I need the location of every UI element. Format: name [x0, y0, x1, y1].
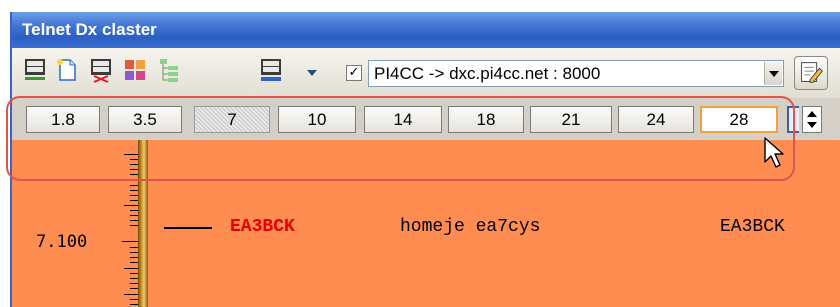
band-button-14[interactable]: 14	[364, 106, 442, 133]
ruler-tick	[130, 195, 138, 196]
server-select-value: PI4CC -> dxc.pi4cc.net : 8000	[374, 64, 601, 83]
ruler-tick	[130, 215, 138, 216]
ruler-tick	[130, 174, 138, 175]
ruler-tick	[130, 169, 138, 170]
spot-comment: homeje ea7cys	[400, 217, 541, 237]
frequency-ruler	[138, 140, 148, 307]
spot-callsign[interactable]: EA3BCK	[230, 217, 295, 237]
ruler-tick	[130, 273, 138, 274]
auto-connect-checkbox[interactable]: ✓	[346, 65, 362, 81]
band-button-24[interactable]: 24	[618, 106, 694, 133]
band-selector-bar: 1.8 3.5 7 10 14 18 21 24 28	[12, 98, 840, 140]
ruler-tick	[130, 225, 138, 226]
ruler-tick	[130, 262, 138, 263]
ruler-tick	[130, 288, 138, 289]
server-select-dropdown-button[interactable]	[764, 62, 782, 85]
frequency-label: 7.100	[36, 232, 88, 252]
band-spin-control[interactable]	[802, 106, 822, 133]
ruler-tick	[130, 283, 138, 284]
new-document-icon[interactable]	[54, 57, 80, 83]
ruler-tick	[124, 205, 138, 206]
window-title: Telnet Dx claster	[22, 20, 157, 39]
edit-server-button[interactable]	[794, 56, 828, 90]
ruler-tick	[130, 190, 138, 191]
telnet-settings-icon[interactable]	[258, 57, 284, 83]
ruler-tick	[130, 252, 138, 253]
telnet-dx-cluster-window: Telnet Dx claster ✓ PI4CC -> dxc.pi4cc.n…	[10, 12, 840, 307]
band-button-7[interactable]: 7	[194, 106, 270, 133]
window-titlebar[interactable]: Telnet Dx claster	[12, 12, 840, 48]
telnet-connect-icon[interactable]	[22, 57, 48, 83]
filter-icon[interactable]	[122, 57, 148, 83]
ruler-tick	[130, 159, 138, 160]
server-select[interactable]: PI4CC -> dxc.pi4cc.net : 8000	[368, 60, 784, 87]
ruler-tick	[124, 180, 138, 181]
spot-marker-line	[164, 227, 212, 229]
band-button-10[interactable]: 10	[278, 106, 356, 133]
ruler-tick	[130, 278, 138, 279]
band-button-18[interactable]: 18	[448, 106, 524, 133]
edit-notepad-icon	[801, 62, 823, 83]
band-scroll-edge	[787, 106, 799, 133]
ruler-tick	[130, 299, 138, 300]
ruler-tick	[130, 164, 138, 165]
ruler-tick	[130, 200, 138, 201]
band-button-3-5[interactable]: 3.5	[108, 106, 182, 133]
telnet-disconnect-icon[interactable]	[88, 57, 114, 83]
ruler-tick	[124, 268, 138, 269]
ruler-tick	[124, 294, 138, 295]
ruler-tick	[130, 210, 138, 211]
mouse-pointer-icon	[763, 136, 785, 170]
ruler-tick	[130, 220, 138, 221]
band-button-1-8[interactable]: 1.8	[26, 106, 100, 133]
ruler-tick	[122, 241, 138, 242]
spot-spotter: EA3BCK	[720, 217, 785, 237]
ruler-tick	[130, 257, 138, 258]
toolbar: ✓ PI4CC -> dxc.pi4cc.net : 8000	[12, 48, 840, 99]
ruler-tick	[130, 185, 138, 186]
ruler-tick	[124, 154, 138, 155]
ruler-tick	[130, 247, 138, 248]
ruler-tick	[130, 304, 138, 305]
band-button-21[interactable]: 21	[530, 106, 612, 133]
band-spectrum-panel[interactable]: 7.100 EA3BCK homeje ea7cys EA3BCK	[12, 140, 840, 307]
dropdown-arrow-icon[interactable]	[306, 64, 318, 76]
tree-icon[interactable]	[156, 57, 182, 83]
band-button-28[interactable]: 28	[700, 106, 778, 133]
